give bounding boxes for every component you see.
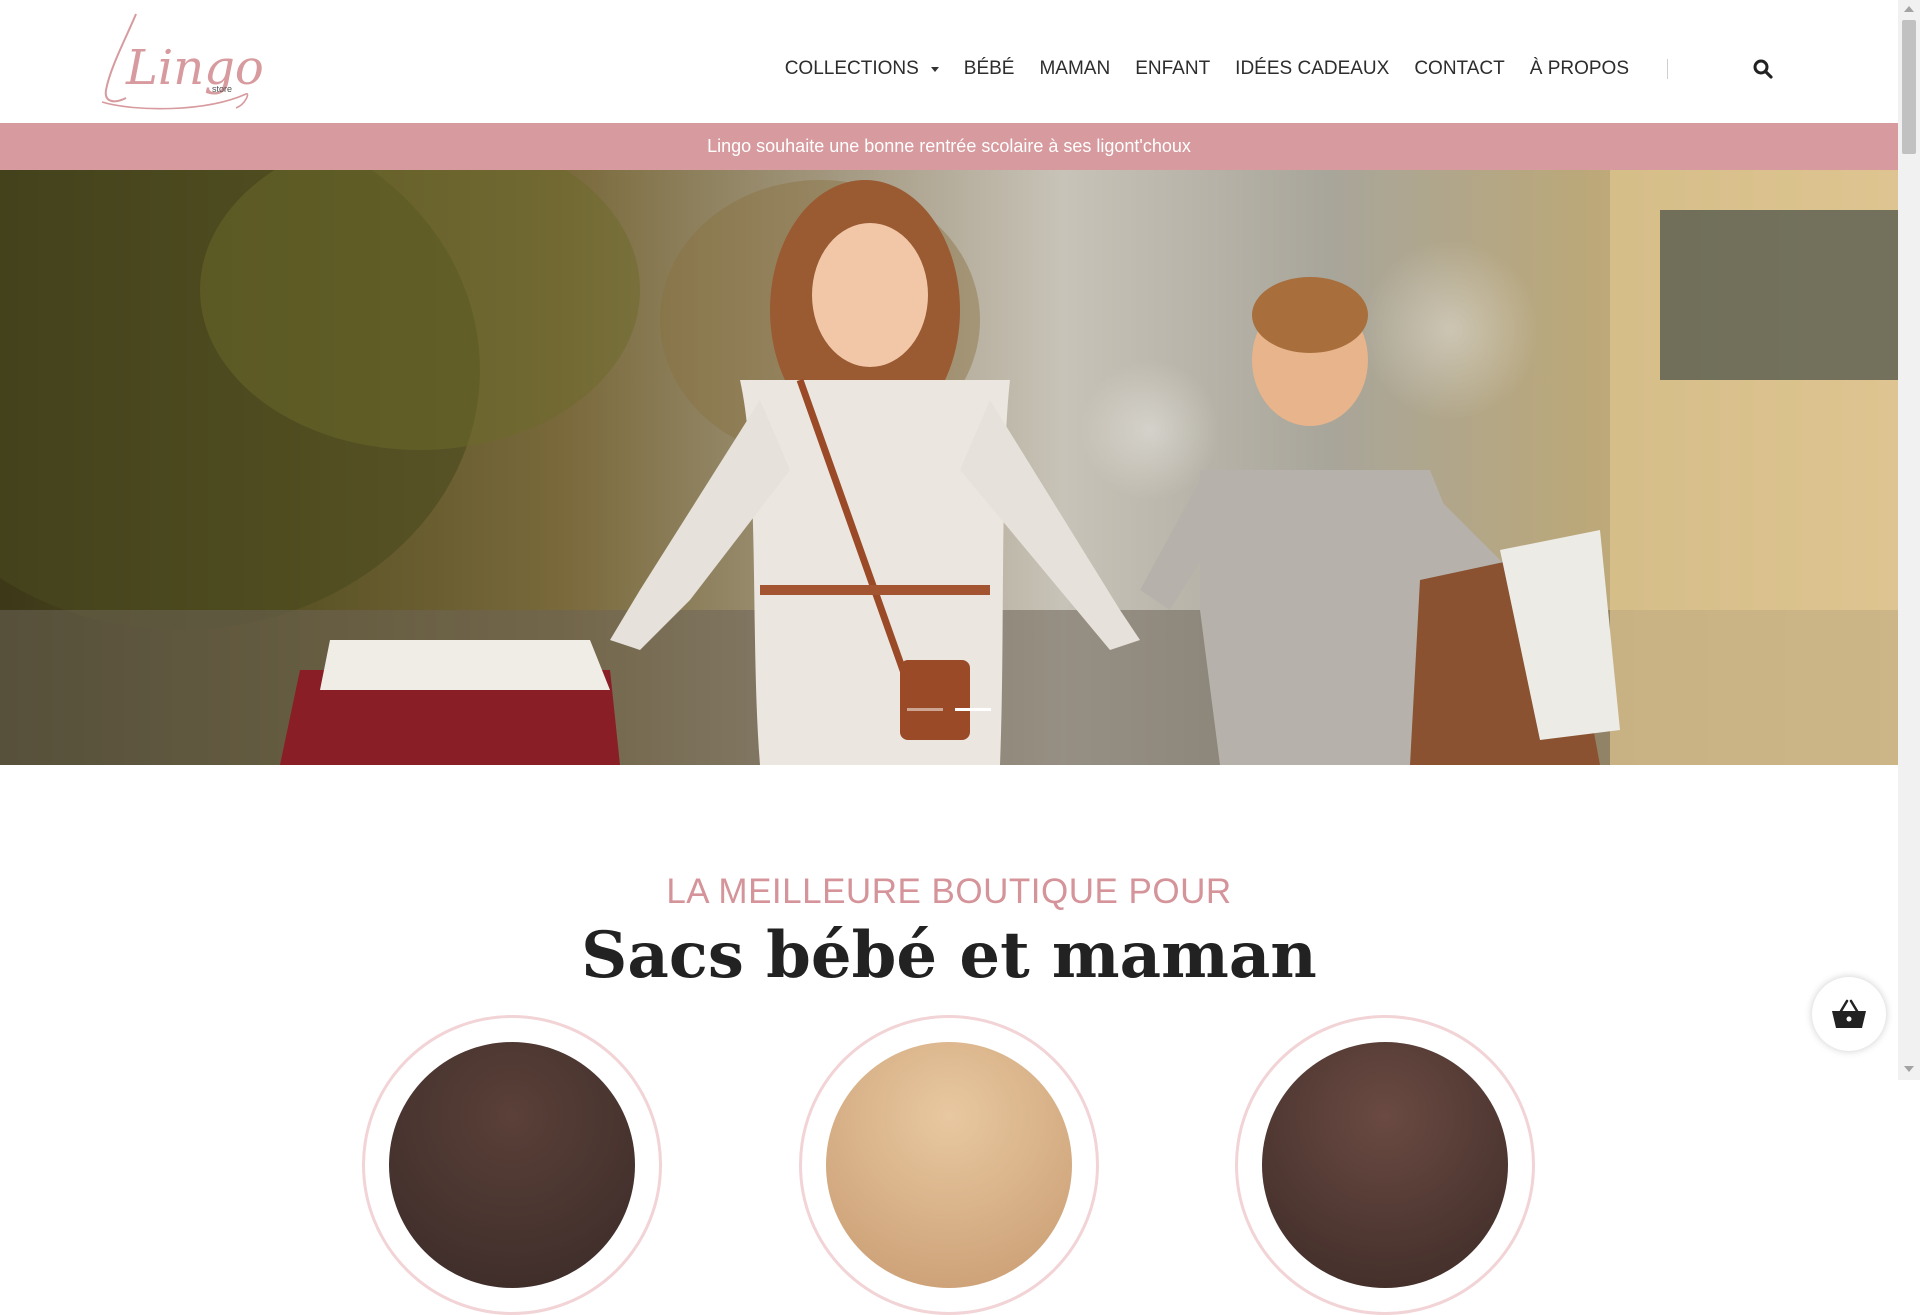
category-circle-2[interactable] <box>799 1015 1099 1315</box>
nav-divider <box>1667 59 1668 79</box>
announcement-text: Lingo souhaite une bonne rentrée scolair… <box>707 136 1191 156</box>
nav-collections[interactable]: COLLECTIONS <box>785 58 939 80</box>
brand-logo[interactable]: Lingo store <box>96 8 264 116</box>
scroll-thumb[interactable] <box>1902 20 1916 154</box>
nav-contact[interactable]: CONTACT <box>1414 58 1504 80</box>
category-image-1 <box>389 1042 635 1288</box>
hero-image <box>0 170 1898 765</box>
nav-idees-cadeaux[interactable]: IDÉES CADEAUX <box>1235 58 1389 80</box>
brand-logo-text: Lingo <box>125 40 264 96</box>
category-image-2 <box>826 1042 1072 1288</box>
nav-collections-label: COLLECTIONS <box>784 58 919 79</box>
section-title: Sacs bébé et maman <box>581 918 1317 993</box>
main-nav: COLLECTIONS BÉBÉ MAMAN ENFANT IDÉES CADE… <box>785 58 1668 80</box>
cart-button[interactable] <box>1812 977 1886 1051</box>
category-circle-1[interactable] <box>362 1015 662 1315</box>
brand-logo-sub: store <box>212 84 232 94</box>
page-scrollbar[interactable] <box>1898 0 1920 1080</box>
section-kicker: LA MEILLEURE BOUTIQUE POUR <box>666 872 1232 911</box>
search-button[interactable] <box>1752 58 1774 80</box>
announcement-bar: Lingo souhaite une bonne rentrée scolair… <box>0 123 1898 170</box>
category-circle-3[interactable] <box>1235 1015 1535 1315</box>
nav-a-propos[interactable]: À PROPOS <box>1530 58 1629 80</box>
category-image-3 <box>1262 1042 1508 1288</box>
basket-icon <box>1832 999 1866 1028</box>
nav-bebe[interactable]: BÉBÉ <box>964 58 1015 80</box>
hero-slider[interactable] <box>0 170 1898 765</box>
nav-maman[interactable]: MAMAN <box>1039 58 1110 80</box>
nav-enfant[interactable]: ENFANT <box>1135 58 1210 80</box>
caret-down-icon <box>930 66 939 72</box>
site-header: Lingo store COLLECTIONS BÉBÉ MAMAN ENFAN… <box>0 0 1898 123</box>
slider-dot-2[interactable] <box>955 708 991 711</box>
search-icon <box>1753 59 1773 79</box>
scroll-down-arrow-icon[interactable] <box>1904 1066 1914 1072</box>
slider-dot-1[interactable] <box>907 708 943 711</box>
scroll-up-arrow-icon[interactable] <box>1904 6 1914 12</box>
